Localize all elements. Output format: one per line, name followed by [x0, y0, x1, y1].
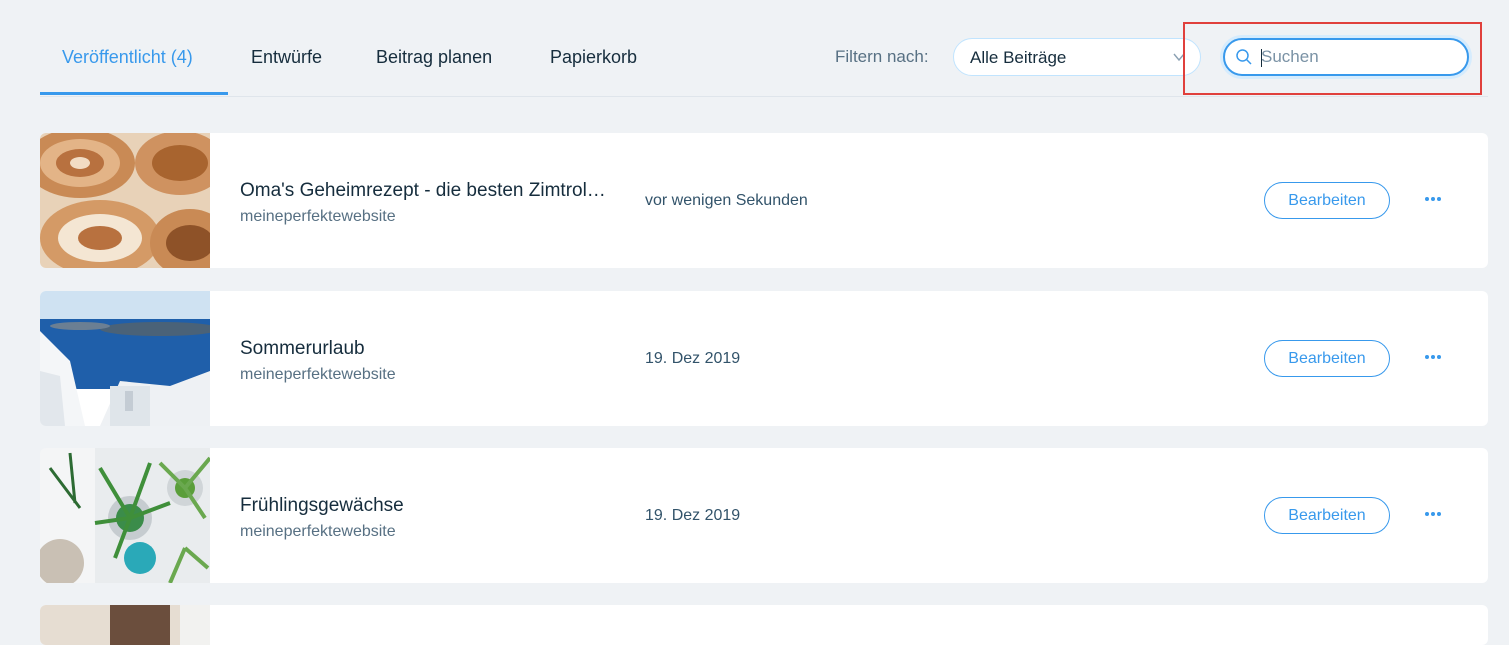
post-title[interactable]: Sommerurlaub [240, 338, 365, 360]
tab-published[interactable]: Veröffentlicht (4) [62, 36, 193, 94]
edit-button[interactable]: Bearbeiten [1264, 340, 1390, 377]
filter-dropdown[interactable]: Alle Beiträge [953, 38, 1201, 76]
post-title[interactable]: Frühlingsgewächse [240, 495, 404, 517]
filter-label: Filtern nach: [835, 47, 929, 66]
post-thumbnail-image [40, 605, 210, 645]
tab-trash[interactable]: Papierkorb [550, 36, 637, 94]
santorini-sea-image [40, 291, 210, 426]
tab-drafts[interactable]: Entwürfe [251, 36, 322, 94]
post-site: meineperfektewebsite [240, 523, 396, 540]
tab-scheduled[interactable]: Beitrag planen [376, 36, 492, 94]
active-tab-indicator [40, 92, 228, 95]
post-date: vor wenigen Sekunden [645, 192, 808, 209]
search-highlight-box [1183, 22, 1482, 95]
edit-button[interactable]: Bearbeiten [1264, 497, 1390, 534]
more-options-icon[interactable] [1418, 347, 1448, 367]
post-site: meineperfektewebsite [240, 208, 396, 225]
post-row[interactable]: Sommerurlaub meineperfektewebsite 19. De… [40, 291, 1488, 426]
post-date: 19. Dez 2019 [645, 507, 741, 524]
more-options-icon[interactable] [1418, 189, 1448, 209]
filter-selected-value: Alle Beiträge [970, 48, 1067, 67]
plants-image [40, 448, 210, 583]
edit-button[interactable]: Bearbeiten [1264, 182, 1390, 219]
post-row[interactable]: Oma's Geheimrezept - die besten Zimtrol…… [40, 133, 1488, 268]
more-options-icon[interactable] [1418, 504, 1448, 524]
post-row[interactable] [40, 605, 1488, 645]
post-row[interactable]: Frühlingsgewächse meineperfektewebsite 1… [40, 448, 1488, 583]
post-title[interactable]: Oma's Geheimrezept - die besten Zimtrol… [240, 180, 606, 202]
post-date: 19. Dez 2019 [645, 350, 741, 367]
cinnamon-rolls-image [40, 133, 210, 268]
post-site: meineperfektewebsite [240, 366, 396, 383]
